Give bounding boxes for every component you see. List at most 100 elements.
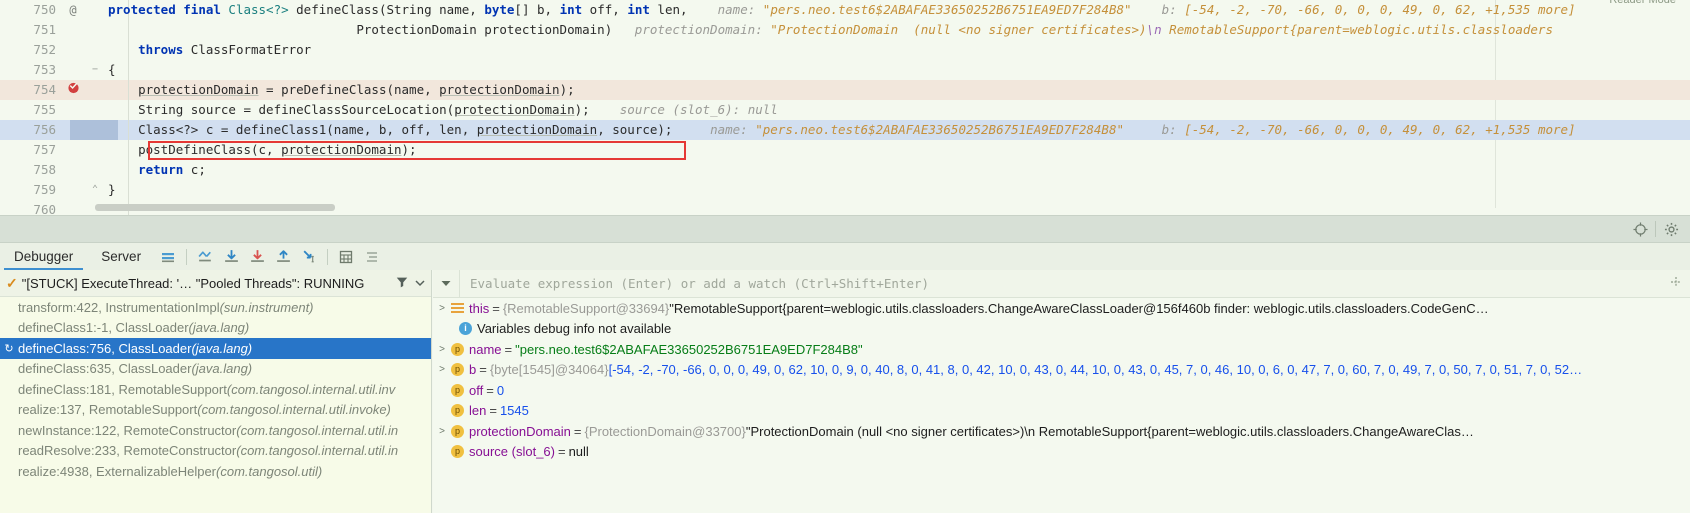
variable-row[interactable]: ›poff=0 — [433, 380, 1690, 401]
frame-row[interactable]: defineClass:635, ClassLoader (java.lang) — [0, 359, 431, 380]
code-line[interactable]: 757 postDefineClass(c, protectionDomain)… — [0, 140, 1690, 160]
show-execution-point-icon[interactable] — [192, 243, 218, 270]
code-line[interactable]: 750 @ protected final Class<?> defineClass… — [0, 0, 1690, 20]
frame-row[interactable]: newInstance:122, RemoteConstructor (com.… — [0, 420, 431, 441]
fold-marker-icon[interactable]: − — [88, 60, 102, 80]
variable-row[interactable]: > this = {RemotableSupport@33694} "Remotabl… — [433, 298, 1690, 319]
frame-method-label: defineClass1:-1, ClassLoader — [18, 320, 189, 336]
line-number: 759 — [33, 182, 56, 197]
evaluate-expression-row[interactable]: Evaluate expression (Enter) or add a wat… — [433, 270, 1690, 298]
frame-row[interactable]: realize:4938, ExternalizableHelper (com.… — [0, 461, 431, 482]
variable-value: "RemotableSupport{parent=weblogic.utils.… — [669, 300, 1489, 316]
code-line[interactable]: 752 throws ClassFormatError — [0, 40, 1690, 60]
step-out-icon[interactable] — [270, 243, 296, 270]
target-icon[interactable] — [1629, 218, 1651, 240]
check-icon: ✓ — [6, 274, 18, 291]
tab-server[interactable]: Server — [87, 243, 155, 270]
frame-method-label: defineClass:635, ClassLoader — [18, 361, 192, 377]
variables-panel[interactable]: Evaluate expression (Enter) or add a wat… — [433, 270, 1690, 513]
frame-package-label: (com.tangosol.util) — [216, 463, 323, 479]
variable-row[interactable]: > p name = "pers.neo.test6$2ABAFAE33650252B6… — [433, 339, 1690, 360]
variable-equals: = — [557, 444, 566, 460]
annotation-icon[interactable]: @ — [60, 0, 86, 20]
variables-list[interactable]: > this = {RemotableSupport@33694} "Remotabl… — [433, 298, 1690, 462]
variable-equals: = — [486, 382, 494, 398]
variable-row[interactable]: ›p source (slot_6)=null — [433, 442, 1690, 463]
evaluate-expression-input[interactable]: Evaluate expression (Enter) or add a wat… — [460, 276, 929, 291]
code-line[interactable]: 756 Class<?> c = defineClass1(name, b, o… — [0, 120, 1690, 140]
parameter-badge-icon: p — [451, 424, 464, 438]
frame-row-selected[interactable]: ↻ defineClass:756, ClassLoader (java.lang… — [0, 338, 431, 359]
variable-name: this — [469, 300, 490, 316]
frame-method-label: realize:137, RemotableSupport — [18, 402, 198, 418]
variable-name: len — [469, 403, 487, 419]
layout-icon[interactable] — [155, 243, 181, 270]
line-number: 757 — [33, 142, 56, 157]
frames-list[interactable]: transform:422, InstrumentationImpl (sun.… — [0, 297, 431, 482]
frame-method-label: defineClass:756, ClassLoader — [18, 340, 192, 356]
breakpoint-icon[interactable] — [60, 80, 86, 100]
variable-value: 1545 — [499, 403, 529, 419]
chevron-down-icon[interactable] — [415, 276, 425, 291]
evaluate-expression-icon[interactable] — [333, 243, 359, 270]
expand-arrow-icon[interactable]: > — [433, 344, 451, 355]
line-number: 755 — [33, 102, 56, 117]
expand-arrow-icon[interactable]: > — [433, 364, 451, 375]
step-over-icon[interactable] — [218, 243, 244, 270]
code-editor[interactable]: 750 @ protected final Class<?> defineClass… — [0, 0, 1690, 215]
line-number: 753 — [33, 62, 56, 77]
add-watch-icon[interactable] — [1670, 276, 1682, 291]
frame-row[interactable]: realize:137, RemotableSupport (com.tango… — [0, 400, 431, 421]
variable-name: protectionDomain — [469, 423, 571, 439]
code-line[interactable]: 758 return c; — [0, 160, 1690, 180]
expand-arrow-icon[interactable]: > — [433, 303, 451, 314]
code-line[interactable]: 754 protectionDomain = preDefineClass(na… — [0, 80, 1690, 100]
toolbar-divider-2 — [327, 248, 329, 265]
code-line[interactable]: 753 −{ — [0, 60, 1690, 80]
frame-package-label: (java.lang) — [191, 361, 253, 377]
expand-arrow-placeholder: › — [433, 385, 451, 396]
run-to-cursor-icon[interactable] — [296, 243, 322, 270]
code-text: throws ClassFormatError — [138, 42, 312, 57]
indent-guide — [128, 60, 129, 80]
filter-icon[interactable] — [395, 275, 409, 292]
variable-value: "ProtectionDomain (null <no signer certi… — [745, 423, 1474, 439]
thread-selector[interactable]: ✓ "[STUCK] ExecuteThread: '… "Pooled Thr… — [0, 270, 431, 297]
variable-equals: = — [492, 300, 500, 316]
line-number: 750 — [33, 2, 56, 17]
tab-debugger[interactable]: Debugger — [0, 243, 87, 270]
settings-list-icon[interactable] — [359, 243, 385, 270]
frame-row[interactable]: defineClass1:-1, ClassLoader (java.lang) — [0, 318, 431, 339]
frame-method-label: readResolve:233, RemoteConstructor — [18, 443, 237, 459]
gear-icon[interactable] — [1660, 218, 1682, 240]
frame-row[interactable]: defineClass:181, RemotableSupport (com.t… — [0, 379, 431, 400]
step-into-icon[interactable] — [244, 243, 270, 270]
code-line[interactable]: 751 ProtectionDomain protectionDomain) p… — [0, 20, 1690, 40]
code-text: ProtectionDomain protectionDomain) prote… — [108, 22, 1553, 37]
code-line[interactable]: 755 String source = defineClassSourceLoc… — [0, 100, 1690, 120]
variable-row[interactable]: ›plen=1545 — [433, 401, 1690, 422]
variable-value: "pers.neo.test6$2ABAFAE33650252B6751EA9E… — [515, 341, 863, 357]
frame-method-label: realize:4938, ExternalizableHelper — [18, 463, 217, 479]
line-number: 752 — [33, 42, 56, 57]
frame-package-label: (com.tangosol.internal.util.in — [236, 422, 399, 438]
expand-arrow-icon[interactable]: > — [433, 426, 451, 437]
indent-guide — [128, 180, 129, 200]
code-text: } — [108, 182, 116, 197]
frame-package-label: (java.lang) — [188, 320, 250, 336]
variable-row[interactable]: > p protectionDomain = {ProtectionDomain@337… — [433, 421, 1690, 442]
frames-panel[interactable]: ✓ "[STUCK] ExecuteThread: '… "Pooled Thr… — [0, 270, 432, 513]
fold-marker-icon[interactable]: ⌃ — [88, 180, 102, 200]
variable-reference: {ProtectionDomain@33700} — [584, 423, 746, 439]
variable-row[interactable]: › i Variables debug info not available — [433, 319, 1690, 340]
frame-package-label: (com.tangosol.internal.util.in — [236, 443, 399, 459]
editor-horizontal-scrollbar[interactable] — [95, 204, 335, 211]
chevron-down-icon[interactable] — [433, 279, 459, 289]
frame-row[interactable]: transform:422, InstrumentationImpl (sun.… — [0, 297, 431, 318]
variable-row[interactable]: > p b = {byte[1545]@34064} [-54, -2, -70, -6… — [433, 360, 1690, 381]
code-line[interactable]: 759 ⌃} — [0, 180, 1690, 200]
line-number: 760 — [33, 202, 56, 215]
code-lines[interactable]: 750 @ protected final Class<?> defineClass… — [0, 0, 1690, 215]
frame-method-label: transform:422, InstrumentationImpl — [18, 299, 220, 315]
frame-row[interactable]: readResolve:233, RemoteConstructor (com.… — [0, 441, 431, 462]
